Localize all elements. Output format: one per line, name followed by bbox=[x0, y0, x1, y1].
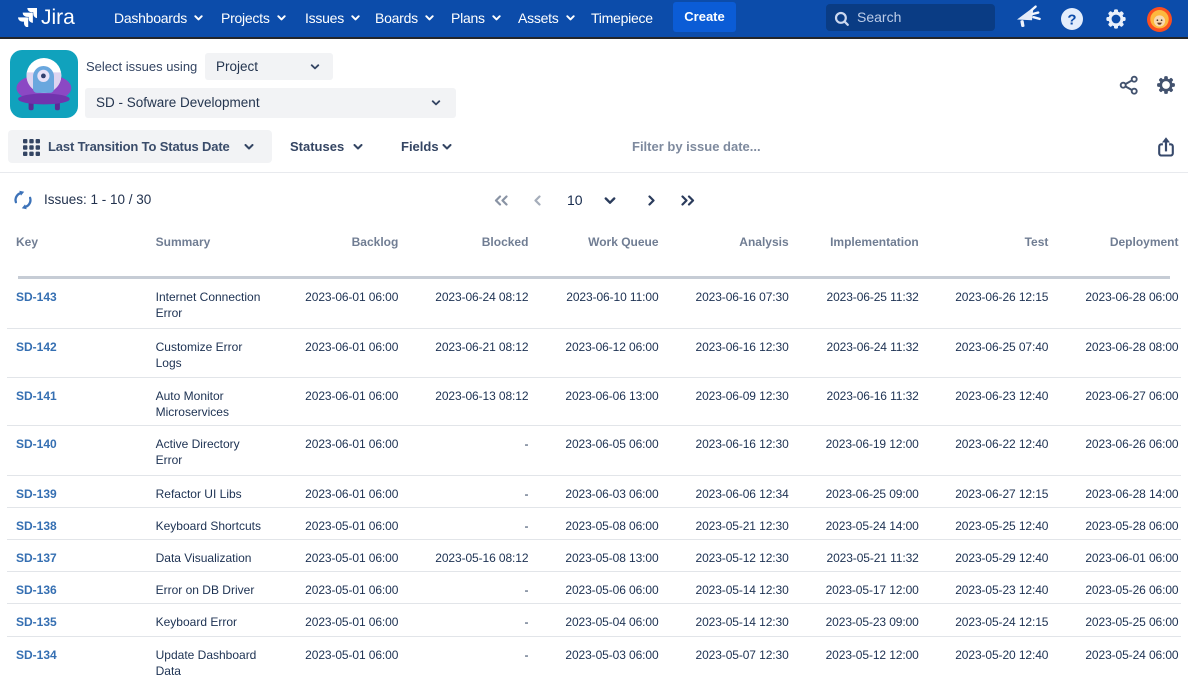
svg-text:?: ? bbox=[1067, 12, 1076, 29]
